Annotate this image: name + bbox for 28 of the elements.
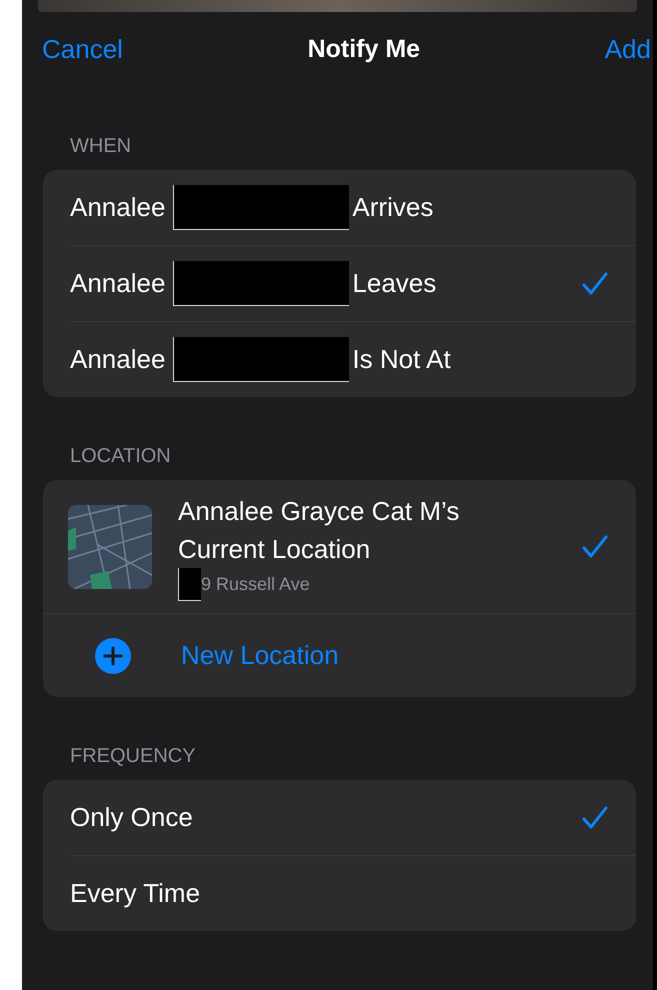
person-name: Annalee [70,268,166,299]
section-header: FREQUENCY [70,745,197,768]
cancel-button[interactable]: Cancel [42,34,123,65]
event-label: Arrives [352,192,434,223]
frequency-option[interactable]: Only Once [43,780,636,855]
location-title: Annalee Grayce Cat M’s Current Location [178,495,460,566]
option-row[interactable]: Annalee Arrives [43,170,636,245]
event-label: Is Not At [352,344,451,375]
address-text: 9 Russell Ave [201,574,310,595]
option-row[interactable]: Annalee Is Not At [70,321,636,397]
add-button[interactable]: Add [604,34,651,65]
section-header: WHEN [70,135,132,158]
option-row[interactable]: Annalee Leaves [70,245,636,321]
option-label: Every Time [70,878,200,909]
new-location-button[interactable]: New Location [181,640,339,671]
option-label: Only Once [70,802,193,833]
frequency-option[interactable]: Every Time [70,855,636,931]
redaction-box [178,568,201,601]
checkmark-icon [582,806,608,830]
person-name: Annalee [70,344,166,375]
section-header: LOCATION [70,445,172,468]
sheet-title: Notify Me [308,35,420,64]
person-name: Annalee [70,192,166,223]
checkmark-icon [582,534,608,558]
checkmark-icon [582,272,608,296]
event-label: Leaves [352,268,436,299]
location-row[interactable]: Annalee Grayce Cat M’s Current Location 9 Russell Ave [43,480,636,614]
add-icon[interactable] [95,638,131,674]
